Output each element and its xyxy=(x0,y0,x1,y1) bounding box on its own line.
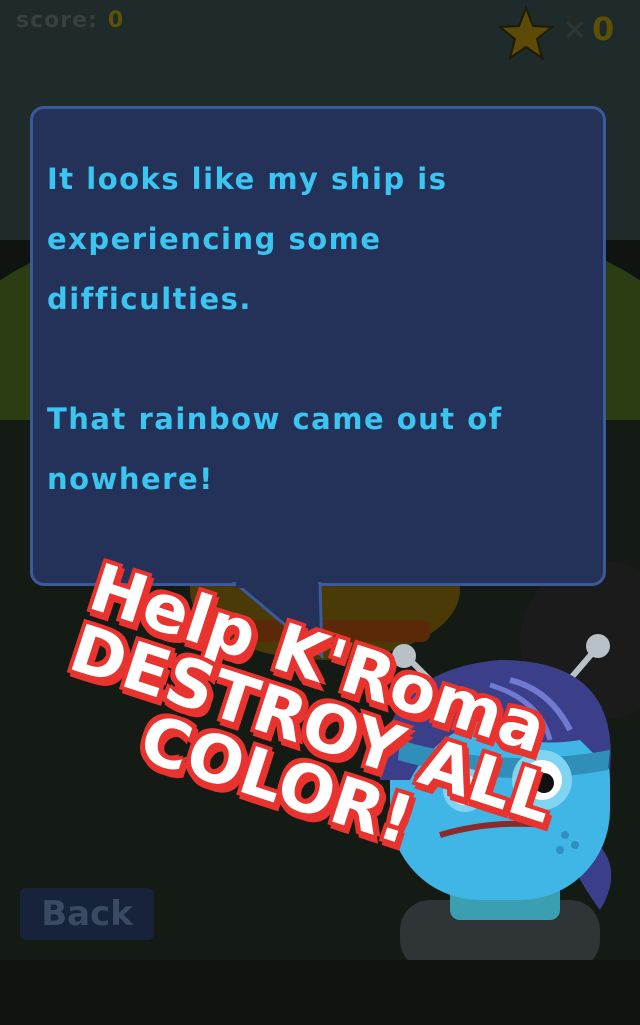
score-label: score: xyxy=(16,8,98,33)
star-count: 0 xyxy=(592,10,615,48)
dialog-text: It looks like my ship is experiencing so… xyxy=(47,162,503,496)
speech-bubble: It looks like my ship is experiencing so… xyxy=(30,106,606,586)
back-button[interactable]: Back xyxy=(20,888,154,940)
score-value: 0 xyxy=(107,8,125,33)
star-icon xyxy=(498,6,554,61)
star-multiplier: × xyxy=(562,12,588,47)
score-display: score: 0 xyxy=(16,8,124,33)
